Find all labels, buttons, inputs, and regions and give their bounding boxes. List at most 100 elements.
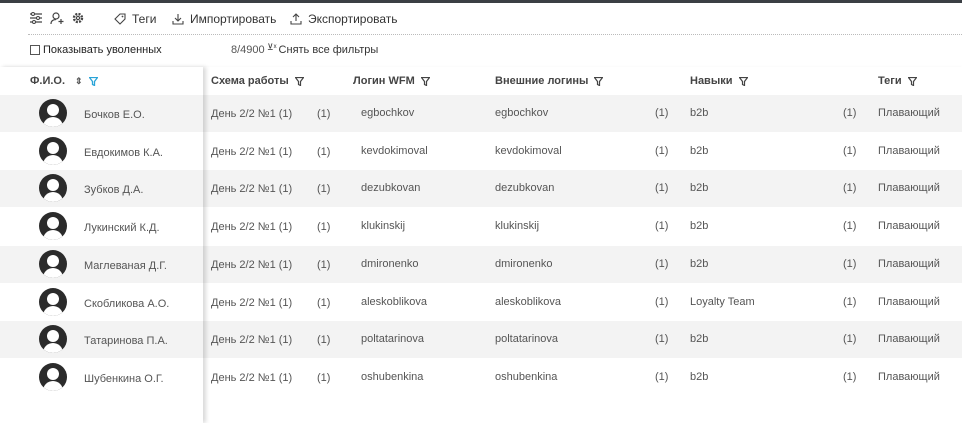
- filter-icon[interactable]: [907, 76, 917, 86]
- external-login-cell[interactable]: dezubkovan: [495, 182, 554, 194]
- name-row[interactable]: Татаринова П.А.: [0, 321, 203, 359]
- avatar-body: [43, 117, 63, 127]
- employee-name[interactable]: Маглеваная Д.Г.: [84, 260, 167, 272]
- schedule-cell[interactable]: День 2/2 №1 (1): [211, 372, 292, 384]
- schedule-cell[interactable]: День 2/2 №1 (1): [211, 221, 292, 233]
- tag-cell[interactable]: Плавающий: [878, 333, 940, 345]
- name-row[interactable]: Лукинский К.Д.: [0, 208, 203, 245]
- employee-name[interactable]: Лукинский К.Д.: [84, 222, 160, 234]
- skill-cell[interactable]: b2b: [690, 333, 708, 345]
- external-login-count: (1): [655, 182, 669, 195]
- wfm-login-cell[interactable]: dezubkovan: [361, 182, 420, 194]
- clear-filters-label: Снять все фильтры: [278, 44, 379, 56]
- schedule-cell[interactable]: День 2/2 №1 (1): [211, 146, 292, 158]
- wfm-login-cell[interactable]: kevdokimoval: [361, 145, 428, 157]
- avatar-head: [47, 104, 59, 116]
- skill-cell[interactable]: b2b: [690, 145, 708, 157]
- external-login-count: (1): [655, 257, 669, 270]
- name-row[interactable]: Зубков Д.А.: [0, 170, 203, 208]
- external-login-cell[interactable]: poltatarinova: [495, 333, 558, 345]
- avatar: [39, 212, 67, 241]
- tag-cell[interactable]: Плавающий: [878, 371, 940, 383]
- skill-cell[interactable]: b2b: [690, 371, 708, 383]
- avatar: [39, 136, 67, 165]
- tag-cell[interactable]: Плавающий: [878, 258, 940, 270]
- external-login-cell[interactable]: aleskoblikova: [495, 296, 561, 308]
- employee-name[interactable]: Шубенкина О.Г.: [84, 373, 164, 385]
- export-button[interactable]: Экспортировать: [290, 11, 398, 27]
- schedule-count: (1): [317, 258, 331, 271]
- tag-cell[interactable]: Плавающий: [878, 220, 940, 232]
- avatar-body: [43, 230, 63, 241]
- tag-cell[interactable]: Плавающий: [878, 182, 940, 194]
- gear-icon[interactable]: [71, 11, 85, 25]
- tag-cell[interactable]: Плавающий: [878, 107, 940, 119]
- column-label: Схема работы: [211, 75, 289, 87]
- column-header-wfm-login[interactable]: Логин WFM: [353, 75, 430, 87]
- clear-filters-button[interactable]: ⊻ˣ Снять все фильтры: [267, 42, 379, 56]
- skill-cell[interactable]: b2b: [690, 107, 708, 119]
- filter-icon[interactable]: [594, 76, 604, 86]
- external-login-cell[interactable]: klukinskij: [495, 220, 539, 232]
- column-header-external-logins[interactable]: Внешние логины: [495, 75, 604, 87]
- schedule-cell[interactable]: День 2/2 №1 (1): [211, 108, 292, 120]
- filter-icon[interactable]: [738, 76, 748, 86]
- employee-name[interactable]: Татаринова П.А.: [84, 335, 168, 347]
- external-login-cell[interactable]: kevdokimoval: [495, 145, 562, 157]
- external-login-cell[interactable]: dmironenko: [495, 258, 552, 270]
- schedule-count: (1): [317, 145, 331, 158]
- employee-name[interactable]: Бочков Е.О.: [84, 109, 145, 121]
- external-login-count: (1): [655, 370, 669, 383]
- schedule-count: (1): [317, 108, 331, 120]
- schedule-cell[interactable]: День 2/2 №1 (1): [211, 297, 292, 309]
- column-header-name[interactable]: Ф.И.О. ⇕: [30, 75, 98, 87]
- external-login-count: (1): [655, 333, 669, 346]
- wfm-login-cell[interactable]: klukinskij: [361, 220, 405, 232]
- skill-count: (1): [843, 107, 857, 119]
- name-row[interactable]: Евдокимов К.А.: [0, 133, 203, 170]
- skill-cell[interactable]: b2b: [690, 220, 708, 232]
- schedule-cell[interactable]: День 2/2 №1 (1): [211, 183, 292, 195]
- import-button[interactable]: Импортировать: [172, 11, 276, 27]
- name-row[interactable]: Скобликова А.О.: [0, 284, 203, 321]
- avatar: [39, 99, 67, 127]
- skill-cell[interactable]: Loyalty Team: [690, 296, 755, 308]
- avatar-body: [43, 343, 63, 354]
- show-fired-checkbox[interactable]: [30, 45, 40, 55]
- tag-cell[interactable]: Плавающий: [878, 145, 940, 157]
- external-login-cell[interactable]: egbochkov: [495, 107, 548, 119]
- column-header-skills[interactable]: Навыки: [690, 75, 748, 87]
- filter-icon[interactable]: [294, 76, 304, 86]
- wfm-login-cell[interactable]: dmironenko: [361, 258, 418, 270]
- wfm-login-cell[interactable]: oshubenkina: [361, 371, 423, 383]
- column-header-schedule[interactable]: Схема работы: [211, 75, 304, 87]
- column-header-tags[interactable]: Теги: [878, 75, 917, 87]
- wfm-login-cell[interactable]: egbochkov: [361, 107, 414, 119]
- add-user-icon[interactable]: [50, 11, 64, 25]
- tag-cell[interactable]: Плавающий: [878, 296, 940, 308]
- schedule-count: (1): [317, 371, 331, 384]
- column-label: Логин WFM: [353, 75, 415, 87]
- avatar-head: [47, 179, 59, 192]
- name-row[interactable]: Маглеваная Д.Г.: [0, 245, 203, 283]
- name-row[interactable]: Бочков Е.О.: [0, 95, 203, 132]
- wfm-login-cell[interactable]: poltatarinova: [361, 333, 424, 345]
- employee-name[interactable]: Скобликова А.О.: [84, 298, 169, 310]
- skill-count: (1): [843, 257, 857, 270]
- filter-active-icon[interactable]: [88, 76, 98, 86]
- sort-icon[interactable]: ⇕: [75, 76, 83, 87]
- name-row[interactable]: Шубенкина О.Г.: [0, 359, 203, 396]
- skill-cell[interactable]: b2b: [690, 258, 708, 270]
- external-login-cell[interactable]: oshubenkina: [495, 371, 557, 383]
- skill-cell[interactable]: b2b: [690, 182, 708, 194]
- avatar-body: [43, 192, 63, 203]
- tags-button[interactable]: Теги: [114, 11, 156, 27]
- employee-name[interactable]: Евдокимов К.А.: [84, 147, 163, 159]
- sliders-icon[interactable]: [29, 11, 43, 25]
- filter-icon[interactable]: [420, 76, 430, 86]
- employee-name[interactable]: Зубков Д.А.: [84, 184, 143, 196]
- show-fired-label[interactable]: Показывать уволенных: [43, 44, 162, 56]
- schedule-cell[interactable]: День 2/2 №1 (1): [211, 259, 292, 271]
- wfm-login-cell[interactable]: aleskoblikova: [361, 296, 427, 308]
- schedule-cell[interactable]: День 2/2 №1 (1): [211, 334, 292, 346]
